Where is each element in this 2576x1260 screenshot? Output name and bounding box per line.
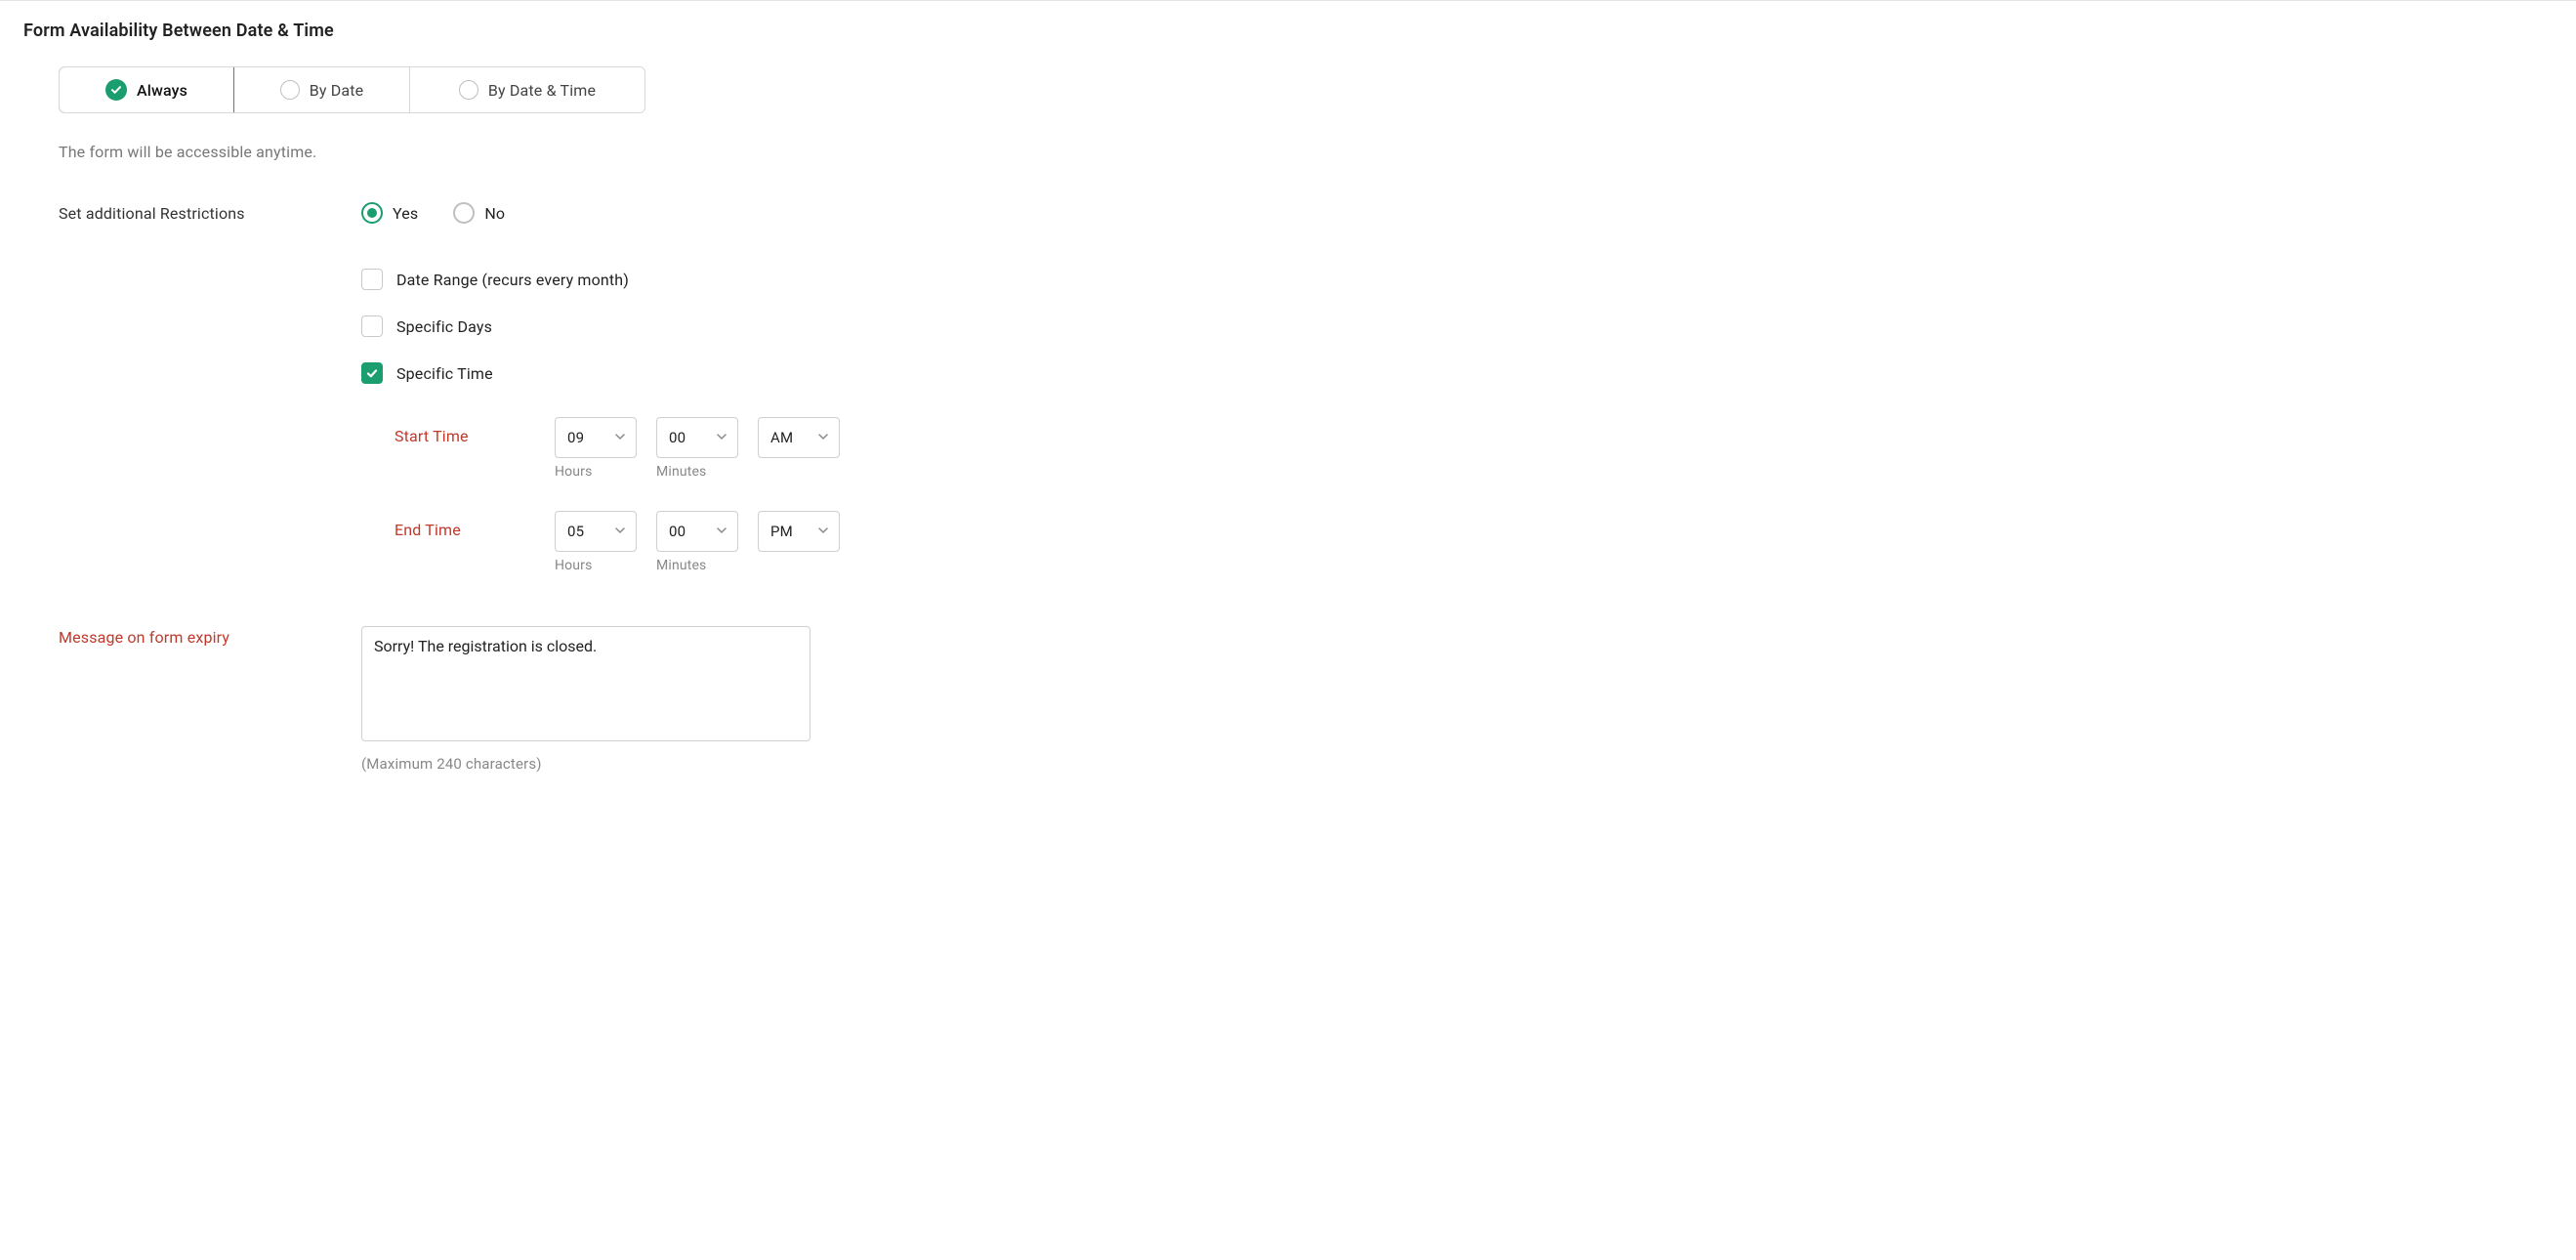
- restrictions-label: Set additional Restrictions: [59, 202, 361, 223]
- availability-description: The form will be accessible anytime.: [59, 143, 2553, 161]
- radio-icon: [280, 80, 300, 100]
- radio-no-label: No: [484, 204, 505, 223]
- start-hour-value: 09: [567, 429, 584, 446]
- tab-always[interactable]: Always: [59, 66, 234, 113]
- end-hours-sublabel: Hours: [555, 558, 637, 573]
- tab-by-date-time-label: By Date & Time: [488, 81, 596, 100]
- end-hour-value: 05: [567, 523, 584, 540]
- checkbox-specific-time-row: Specific Time: [361, 362, 2553, 384]
- tab-by-date-label: By Date: [310, 81, 364, 100]
- end-minutes-sublabel: Minutes: [656, 558, 738, 573]
- start-period-select[interactable]: AM: [758, 417, 840, 458]
- section-body: Always By Date By Date & Time The form w…: [23, 66, 2553, 773]
- end-period-value: PM: [770, 523, 793, 540]
- radio-yes-label: Yes: [393, 204, 418, 223]
- chevron-down-icon: [716, 429, 727, 446]
- end-minute-value: 00: [669, 523, 686, 540]
- form-availability-panel: Form Availability Between Date & Time Al…: [0, 0, 2576, 839]
- checkbox-specific-days-label: Specific Days: [396, 317, 492, 336]
- start-minute-select[interactable]: 00: [656, 417, 738, 458]
- expiry-message-helper: (Maximum 240 characters): [361, 755, 2553, 773]
- expiry-message-row: Message on form expiry (Maximum 240 char…: [59, 626, 2553, 773]
- start-time-label: Start Time: [395, 417, 555, 445]
- section-title: Form Availability Between Date & Time: [23, 21, 2553, 41]
- checkbox-specific-time[interactable]: [361, 362, 383, 384]
- tab-always-label: Always: [137, 81, 187, 100]
- start-time-row: Start Time 09 Hours: [395, 417, 2553, 480]
- check-circle-icon: [105, 79, 127, 101]
- expiry-message-input[interactable]: [361, 626, 810, 741]
- checkbox-date-range[interactable]: [361, 269, 383, 290]
- chevron-down-icon: [614, 429, 626, 446]
- start-minutes-sublabel: Minutes: [656, 464, 738, 480]
- start-hour-select[interactable]: 09: [555, 417, 637, 458]
- restrictions-control: Yes No Date Range (recurs every month): [361, 202, 2553, 573]
- chevron-down-icon: [817, 429, 829, 446]
- chevron-down-icon: [716, 523, 727, 540]
- availability-tab-group: Always By Date By Date & Time: [59, 66, 645, 113]
- restrictions-radio-no[interactable]: No: [453, 202, 505, 224]
- checkbox-specific-days-row: Specific Days: [361, 315, 2553, 337]
- chevron-down-icon: [817, 523, 829, 540]
- checkbox-specific-time-label: Specific Time: [396, 364, 493, 383]
- radio-selected-icon: [361, 202, 383, 224]
- expiry-message-label: Message on form expiry: [59, 626, 361, 647]
- restrictions-radio-yes[interactable]: Yes: [361, 202, 418, 224]
- tab-by-date-time[interactable]: By Date & Time: [410, 67, 644, 112]
- end-time-row: End Time 05 Hours: [395, 511, 2553, 573]
- checkbox-specific-days[interactable]: [361, 315, 383, 337]
- checkbox-date-range-label: Date Range (recurs every month): [396, 271, 629, 289]
- tab-by-date[interactable]: By Date: [234, 67, 410, 112]
- restrictions-row: Set additional Restrictions Yes No: [59, 202, 2553, 573]
- start-minute-value: 00: [669, 429, 686, 446]
- checkbox-date-range-row: Date Range (recurs every month): [361, 269, 2553, 290]
- start-hours-sublabel: Hours: [555, 464, 637, 480]
- end-minute-select[interactable]: 00: [656, 511, 738, 552]
- specific-time-block: Start Time 09 Hours: [361, 417, 2553, 573]
- chevron-down-icon: [614, 523, 626, 540]
- start-period-value: AM: [770, 429, 793, 446]
- end-hour-select[interactable]: 05: [555, 511, 637, 552]
- radio-icon: [453, 202, 475, 224]
- radio-icon: [459, 80, 478, 100]
- end-time-label: End Time: [395, 511, 555, 539]
- end-period-select[interactable]: PM: [758, 511, 840, 552]
